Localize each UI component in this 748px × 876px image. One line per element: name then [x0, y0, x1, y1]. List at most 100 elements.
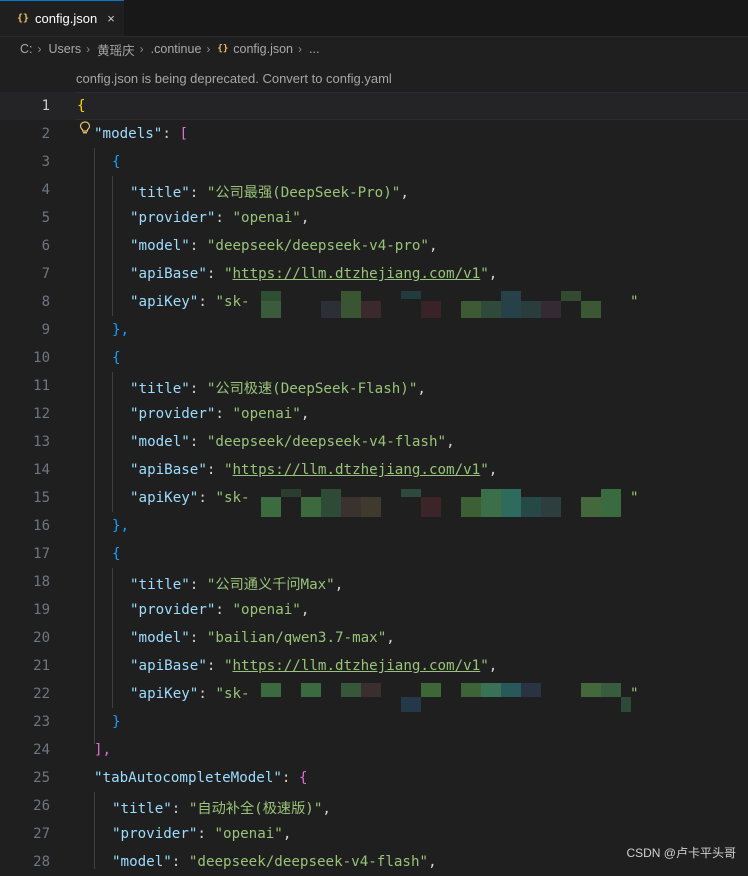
comma: , — [428, 854, 437, 870]
breadcrumb-item-user[interactable]: 黄瑶庆 — [97, 40, 135, 59]
breadcrumb-item-more[interactable]: ... — [309, 42, 319, 56]
code-text: "tabAutocompleteModel": { — [94, 770, 308, 786]
comma: , — [322, 801, 331, 817]
code-line[interactable]: 25 "tabAutocompleteModel": { — [0, 764, 748, 792]
code-text: "apiBase": "https://llm.dtzhejiang.com/v… — [130, 462, 497, 478]
comma: , — [386, 630, 395, 646]
url-link[interactable]: https://llm.dtzhejiang.com/v1 — [233, 266, 481, 282]
json-key: "apiKey" — [130, 490, 199, 506]
code-line[interactable]: 21 "apiBase": "https://llm.dtzhejiang.co… — [0, 652, 748, 680]
line-number: 9 — [41, 322, 50, 338]
comma: , — [488, 462, 498, 478]
code-line[interactable]: 19 "provider": "openai", — [0, 596, 748, 624]
line-number: 28 — [33, 854, 50, 870]
line-number: 14 — [33, 462, 50, 478]
line-number: 24 — [33, 742, 50, 758]
code-line[interactable]: 23 } — [0, 708, 748, 736]
code-text: "apiBase": "https://llm.dtzhejiang.com/v… — [130, 658, 497, 674]
code-text: "provider": "openai", — [130, 602, 309, 618]
brace-open: { — [77, 98, 86, 114]
code-line[interactable]: 10 { — [0, 344, 748, 372]
json-key: "model" — [130, 434, 190, 450]
colon: : — [198, 294, 216, 310]
quote: " — [223, 658, 233, 674]
colon: : — [215, 406, 233, 422]
tab-config-json[interactable]: {} config.json × — [0, 0, 124, 36]
line-number: 15 — [33, 490, 50, 506]
json-key: "title" — [130, 185, 190, 201]
code-line[interactable]: 11 "title": "公司极速(DeepSeek-Flash)", — [0, 372, 748, 400]
comma: , — [428, 238, 438, 254]
chevron-right-icon: › — [86, 42, 91, 56]
close-icon[interactable]: × — [107, 11, 115, 26]
quote: " — [630, 294, 639, 310]
code-line[interactable]: 20 "model": "bailian/qwen3.7-max", — [0, 624, 748, 652]
line-number: 4 — [41, 182, 50, 198]
json-key: "model" — [112, 854, 172, 870]
quote: " — [480, 266, 489, 282]
line-number: 20 — [33, 630, 50, 646]
json-string: "deepseek/deepseek-v4-flash" — [188, 854, 429, 870]
line-number: 2 — [41, 126, 50, 142]
colon: : — [206, 462, 224, 478]
deprecation-codelens[interactable]: config.json is being deprecated. Convert… — [76, 71, 392, 86]
code-editor[interactable]: 1 { 2 "models": [ 3 { 4 "title": "公司最强(D… — [0, 92, 748, 870]
line-number: 17 — [33, 546, 50, 562]
comma: , — [400, 185, 409, 201]
breadcrumb-item-continue[interactable]: .continue — [151, 42, 202, 56]
code-line[interactable]: 3 { — [0, 148, 748, 176]
code-line[interactable]: 4 "title": "公司最强(DeepSeek-Pro)", — [0, 176, 748, 204]
bracket-open: [ — [179, 126, 188, 142]
json-string: "bailian/qwen3.7-max" — [206, 630, 387, 646]
comma: , — [300, 602, 310, 618]
url-link[interactable]: https://llm.dtzhejiang.com/v1 — [233, 462, 481, 478]
breadcrumb-item-users[interactable]: Users — [49, 42, 82, 56]
json-string: "公司通义千问Max" — [206, 577, 335, 593]
code-line[interactable]: 9 }, — [0, 316, 748, 344]
code-line[interactable]: 18 "title": "公司通义千问Max", — [0, 568, 748, 596]
json-string: "公司极速(DeepSeek-Flash)" — [206, 381, 418, 397]
code-line[interactable]: 5 "provider": "openai", — [0, 204, 748, 232]
json-key: "apiKey" — [130, 686, 199, 702]
code-text: "model": "deepseek/deepseek-v4-flash", — [130, 434, 455, 450]
colon: : — [189, 381, 207, 397]
code-text: "provider": "openai", — [130, 406, 309, 422]
lightbulb-icon[interactable] — [79, 121, 91, 135]
colon: : — [189, 434, 207, 450]
line-number: 10 — [33, 350, 50, 366]
line-number: 5 — [41, 210, 50, 226]
colon: : — [189, 630, 207, 646]
line-number: 13 — [33, 434, 50, 450]
line-number: 22 — [33, 686, 50, 702]
colon: : — [197, 826, 215, 842]
json-key: "model" — [130, 238, 190, 254]
code-line[interactable]: 12 "provider": "openai", — [0, 400, 748, 428]
brace-open: { — [112, 154, 121, 170]
code-line[interactable]: 17 { — [0, 540, 748, 568]
line-number: 16 — [33, 518, 50, 534]
code-line[interactable]: 13 "model": "deepseek/deepseek-v4-flash"… — [0, 428, 748, 456]
colon: : — [206, 266, 224, 282]
breadcrumb-item-drive[interactable]: C: — [20, 42, 33, 56]
url-link[interactable]: https://llm.dtzhejiang.com/v1 — [233, 658, 481, 674]
code-text: "model": "bailian/qwen3.7-max", — [130, 630, 395, 646]
code-line[interactable]: 7 "apiBase": "https://llm.dtzhejiang.com… — [0, 260, 748, 288]
code-line[interactable]: 24 ], — [0, 736, 748, 764]
quote: " — [223, 462, 233, 478]
code-line[interactable]: 6 "model": "deepseek/deepseek-v4-pro", — [0, 232, 748, 260]
code-line[interactable]: 1 { — [0, 92, 748, 120]
line-number: 11 — [33, 378, 50, 394]
line-number: 19 — [33, 602, 50, 618]
comma: , — [300, 210, 310, 226]
code-line[interactable]: 14 "apiBase": "https://llm.dtzhejiang.co… — [0, 456, 748, 484]
comma: , — [300, 406, 310, 422]
breadcrumb-item-file[interactable]: config.json — [233, 42, 293, 56]
code-text: "provider": "openai", — [130, 210, 309, 226]
json-file-icon: {} — [217, 44, 229, 54]
json-string: "sk- — [215, 294, 250, 310]
quote: " — [480, 462, 489, 478]
code-line[interactable]: 26 "title": "自动补全(极速版)", — [0, 792, 748, 820]
code-line[interactable]: 2 "models": [ — [0, 120, 748, 148]
json-string: "openai" — [232, 210, 301, 226]
colon: : — [198, 490, 216, 506]
